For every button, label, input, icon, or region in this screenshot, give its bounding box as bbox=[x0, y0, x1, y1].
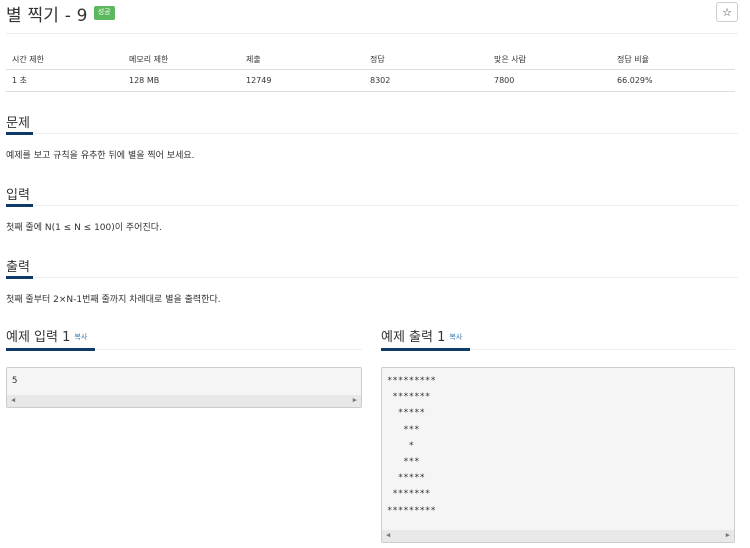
section-header: 입력 bbox=[6, 182, 738, 207]
column-header: 메모리 제한 bbox=[123, 50, 240, 70]
problem-section: 문제 예제를 보고 규칙을 유추한 뒤에 별을 찍어 보세요. bbox=[6, 110, 738, 161]
sample-input-title: 예제 입력 1 bbox=[6, 330, 71, 345]
sample-output-section: 예제 출력 1 복사 bbox=[381, 326, 735, 351]
table-row: 1 초 128 MB 12749 8302 7800 66.029% bbox=[6, 69, 735, 92]
input-section: 입력 첫째 줄에 N(1 ≤ N ≤ 100)이 주어진다. bbox=[6, 182, 738, 233]
sample-header: 예제 입력 1 복사 bbox=[6, 326, 362, 351]
table-cell: 1 초 bbox=[6, 69, 123, 92]
output-section: 출력 첫째 줄부터 2×N-1번째 줄까지 차례대로 별을 출력한다. bbox=[6, 254, 738, 305]
table-header-row: 시간 제한 메모리 제한 제출 정답 맞은 사람 정답 비율 bbox=[6, 50, 735, 70]
section-underline bbox=[6, 204, 33, 207]
scroll-right-icon[interactable]: ▶ bbox=[726, 531, 730, 539]
section-header: 문제 bbox=[6, 110, 738, 135]
section-title: 문제 bbox=[6, 116, 30, 131]
table-cell[interactable]: 12749 bbox=[240, 69, 364, 92]
section-underline bbox=[6, 132, 33, 135]
sample-underline bbox=[6, 348, 95, 351]
sample-output-box[interactable]: ********* ******* ***** *** * *** ***** … bbox=[381, 367, 735, 543]
scroll-right-icon[interactable]: ▶ bbox=[353, 396, 357, 404]
table-cell: 66.029% bbox=[611, 69, 735, 92]
scroll-left-icon[interactable]: ◀ bbox=[386, 531, 390, 539]
sample-header: 예제 출력 1 복사 bbox=[381, 326, 735, 351]
star-icon: ☆ bbox=[722, 5, 732, 19]
input-description: 첫째 줄에 N(1 ≤ N ≤ 100)이 주어진다. bbox=[6, 223, 162, 233]
title-divider bbox=[6, 33, 738, 34]
problem-info-table: 시간 제한 메모리 제한 제출 정답 맞은 사람 정답 비율 1 초 128 M… bbox=[6, 50, 735, 92]
section-title: 출력 bbox=[6, 260, 30, 275]
column-header: 제출 bbox=[240, 50, 364, 70]
section-title: 입력 bbox=[6, 188, 30, 203]
favorite-button[interactable]: ☆ bbox=[716, 2, 738, 22]
table-cell: 128 MB bbox=[123, 69, 240, 92]
sample-underline bbox=[381, 348, 470, 351]
sample-output-content: ********* ******* ***** *** * *** ***** … bbox=[387, 376, 436, 516]
column-header: 시간 제한 bbox=[6, 50, 123, 70]
table-cell: 8302 bbox=[364, 69, 488, 92]
section-header: 출력 bbox=[6, 254, 738, 279]
sample-input-content: 5 bbox=[12, 376, 18, 386]
horizontal-scrollbar[interactable]: ◀ ▶ bbox=[382, 530, 734, 542]
page-title: 별 찍기 - 9 bbox=[6, 5, 88, 26]
sample-input-section: 예제 입력 1 복사 bbox=[6, 326, 362, 351]
status-badge: 성공 bbox=[93, 6, 115, 20]
horizontal-scrollbar[interactable]: ◀ ▶ bbox=[7, 395, 361, 407]
problem-title-row: 별 찍기 - 9 성공 bbox=[6, 2, 115, 26]
sample-output-title: 예제 출력 1 bbox=[381, 330, 446, 345]
column-header: 맞은 사람 bbox=[488, 50, 611, 70]
column-header: 정답 bbox=[364, 50, 488, 70]
scroll-left-icon[interactable]: ◀ bbox=[11, 396, 15, 404]
copy-sample-input-button[interactable]: 복사 bbox=[74, 333, 87, 341]
sample-input-box[interactable]: 5 ◀ ▶ bbox=[6, 367, 362, 408]
table-cell[interactable]: 7800 bbox=[488, 69, 611, 92]
copy-sample-output-button[interactable]: 복사 bbox=[449, 333, 462, 341]
output-description: 첫째 줄부터 2×N-1번째 줄까지 차례대로 별을 출력한다. bbox=[6, 295, 221, 305]
section-underline bbox=[6, 276, 33, 279]
column-header: 정답 비율 bbox=[611, 50, 735, 70]
problem-description: 예제를 보고 규칙을 유추한 뒤에 별을 찍어 보세요. bbox=[6, 151, 195, 161]
